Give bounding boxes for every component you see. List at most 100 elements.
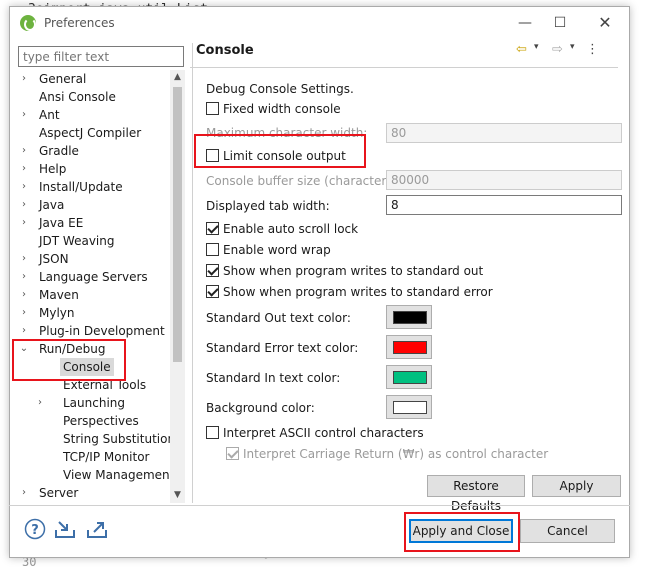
forward-arrow-icon[interactable]: ⇨ bbox=[552, 42, 563, 57]
tree-item[interactable]: › Plug-in Development bbox=[18, 322, 168, 340]
tree-item[interactable]: Console bbox=[34, 358, 168, 376]
tab-width-field[interactable]: 8 bbox=[386, 195, 622, 215]
show-stderr-option[interactable]: Show when program writes to standard err… bbox=[206, 285, 493, 299]
help-icon[interactable]: ? bbox=[24, 518, 46, 540]
auto-scroll-checkbox[interactable] bbox=[206, 222, 219, 235]
stdout-color-button[interactable] bbox=[386, 305, 432, 329]
tree-item[interactable]: External Tools bbox=[34, 376, 168, 394]
tree-item[interactable]: JDT Weaving bbox=[18, 232, 168, 250]
forward-dropdown-icon[interactable]: ▾ bbox=[570, 42, 575, 52]
tree-item[interactable]: Ansi Console bbox=[18, 88, 168, 106]
tree-item[interactable]: String Substitution bbox=[34, 430, 175, 448]
chevron-right-icon[interactable]: › bbox=[34, 394, 46, 412]
preference-tree: › General Ansi Console › Ant AspectJ Compiler… bbox=[18, 70, 186, 503]
chevron-right-icon[interactable]: › bbox=[18, 304, 30, 322]
max-width-field[interactable]: 80 bbox=[386, 123, 622, 143]
word-wrap-option[interactable]: Enable word wrap bbox=[206, 243, 331, 257]
cancel-button[interactable]: Cancel bbox=[520, 519, 615, 543]
limit-output-option[interactable]: Limit console output bbox=[206, 149, 346, 163]
show-stderr-label: Show when program writes to standard err… bbox=[223, 285, 493, 299]
footer-separator bbox=[9, 505, 630, 506]
scroll-thumb[interactable] bbox=[173, 87, 182, 362]
tree-item[interactable]: Perspectives bbox=[34, 412, 168, 430]
buffer-size-field[interactable]: 80000 bbox=[386, 170, 622, 190]
tree-item[interactable]: › General bbox=[18, 70, 168, 88]
word-wrap-checkbox[interactable] bbox=[206, 243, 219, 256]
chevron-right-icon[interactable]: › bbox=[18, 268, 30, 286]
tree-item[interactable]: ⌄ Run/Debug bbox=[18, 340, 168, 358]
chevron-right-icon[interactable]: › bbox=[18, 160, 30, 178]
export-icon[interactable] bbox=[86, 518, 108, 540]
tree-item[interactable]: › Java bbox=[18, 196, 168, 214]
tree-item[interactable]: View Management bbox=[34, 466, 174, 484]
tree-item-label: Java bbox=[39, 198, 65, 212]
stdin-color-button[interactable] bbox=[386, 365, 432, 389]
chevron-right-icon[interactable]: › bbox=[18, 106, 30, 124]
ascii-option[interactable]: Interpret ASCII control characters bbox=[206, 426, 424, 440]
fixed-width-option[interactable]: Fixed width console bbox=[206, 102, 341, 116]
restore-defaults-button[interactable]: Restore Defaults bbox=[427, 475, 525, 513]
tree-item-label: String Substitution bbox=[63, 432, 176, 446]
back-dropdown-icon[interactable]: ▾ bbox=[534, 42, 539, 52]
tree-item-label: Install/Update bbox=[39, 180, 123, 194]
tree-item[interactable]: TCP/IP Monitor bbox=[34, 448, 168, 466]
import-icon[interactable] bbox=[54, 518, 76, 540]
tree-item-label: JDT Weaving bbox=[39, 234, 115, 248]
show-stdout-checkbox[interactable] bbox=[206, 264, 219, 277]
tree-item-label: General bbox=[39, 72, 87, 86]
stdout-color-label: Standard Out text color: bbox=[206, 311, 351, 325]
word-wrap-label: Enable word wrap bbox=[223, 243, 331, 257]
fixed-width-checkbox[interactable] bbox=[206, 102, 219, 115]
chevron-right-icon[interactable]: › bbox=[18, 70, 30, 88]
chevron-right-icon[interactable]: › bbox=[18, 214, 30, 232]
chevron-right-icon[interactable]: › bbox=[18, 178, 30, 196]
cr-label: Interpret Carriage Return (₩r) as contro… bbox=[243, 447, 549, 461]
tree-item[interactable]: › Language Servers bbox=[18, 268, 168, 286]
limit-output-checkbox[interactable] bbox=[206, 149, 219, 162]
stderr-color-label: Standard Error text color: bbox=[206, 341, 359, 355]
page-title: Console bbox=[196, 43, 254, 58]
ascii-label: Interpret ASCII control characters bbox=[223, 426, 424, 440]
apply-and-close-button[interactable]: Apply and Close bbox=[409, 519, 513, 543]
tree-item[interactable]: › Ant bbox=[18, 106, 168, 124]
sash-divider[interactable] bbox=[192, 43, 193, 503]
view-menu-icon[interactable]: ⋮ bbox=[586, 42, 599, 57]
minimize-button[interactable]: — bbox=[510, 13, 540, 33]
chevron-down-icon[interactable]: ⌄ bbox=[18, 340, 30, 358]
tree-item-label: Perspectives bbox=[63, 414, 139, 428]
tree-item[interactable]: › Mylyn bbox=[18, 304, 168, 322]
back-arrow-icon[interactable]: ⇦ bbox=[516, 42, 527, 57]
scroll-down-arrow-icon[interactable]: ▼ bbox=[170, 488, 185, 503]
chevron-right-icon[interactable]: › bbox=[18, 286, 30, 304]
close-button[interactable]: ✕ bbox=[590, 13, 620, 33]
tree-item[interactable]: › Launching bbox=[34, 394, 168, 412]
tree-item[interactable]: AspectJ Compiler bbox=[18, 124, 168, 142]
stderr-color-button[interactable] bbox=[386, 335, 432, 359]
tree-item-label: Plug-in Development bbox=[39, 324, 165, 338]
chevron-right-icon[interactable]: › bbox=[18, 196, 30, 214]
tree-scrollbar[interactable]: ▲ ▼ bbox=[170, 70, 185, 503]
tree-item-label: Ansi Console bbox=[39, 90, 116, 104]
show-stderr-checkbox[interactable] bbox=[206, 285, 219, 298]
chevron-right-icon[interactable]: › bbox=[18, 250, 30, 268]
chevron-right-icon[interactable]: › bbox=[18, 484, 30, 502]
show-stdout-option[interactable]: Show when program writes to standard out bbox=[206, 264, 483, 278]
ascii-checkbox[interactable] bbox=[206, 426, 219, 439]
tree-item[interactable]: › JSON bbox=[18, 250, 168, 268]
maximize-button[interactable]: ☐ bbox=[545, 13, 575, 33]
auto-scroll-option[interactable]: Enable auto scroll lock bbox=[206, 222, 358, 236]
tree-item-label: Help bbox=[39, 162, 67, 176]
apply-button[interactable]: Apply bbox=[532, 475, 621, 497]
bg-color-label: Background color: bbox=[206, 401, 315, 415]
tree-item[interactable]: › Help bbox=[18, 160, 168, 178]
tree-item[interactable]: › Java EE bbox=[18, 214, 168, 232]
tree-item[interactable]: › Server bbox=[18, 484, 168, 502]
filter-input[interactable] bbox=[18, 46, 184, 67]
bg-color-button[interactable] bbox=[386, 395, 432, 419]
chevron-right-icon[interactable]: › bbox=[18, 142, 30, 160]
chevron-right-icon[interactable]: › bbox=[18, 322, 30, 340]
scroll-up-arrow-icon[interactable]: ▲ bbox=[170, 70, 185, 85]
tree-item[interactable]: › Maven bbox=[18, 286, 168, 304]
tree-item[interactable]: › Install/Update bbox=[18, 178, 168, 196]
tree-item[interactable]: › Gradle bbox=[18, 142, 168, 160]
